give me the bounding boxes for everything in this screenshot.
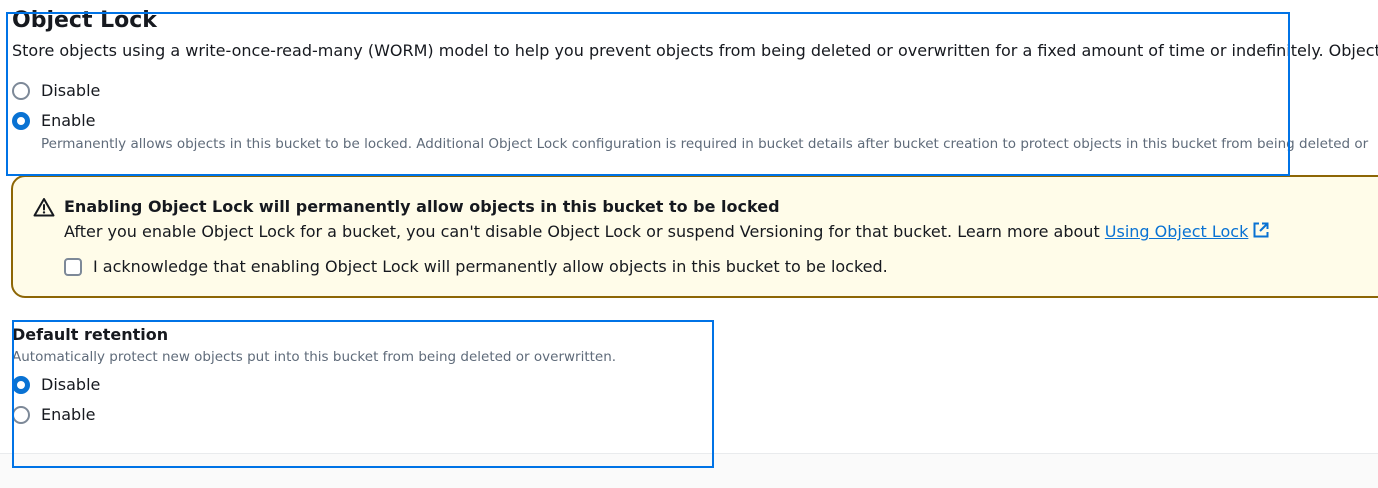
alert-body: After you enable Object Lock for a bucke… [64,221,1270,241]
object-lock-enable-option[interactable]: Enable [12,111,96,130]
alert-title: Enabling Object Lock will permanently al… [64,197,780,216]
default-retention-disable-option[interactable]: Disable [12,375,100,394]
object-lock-enable-hint: Permanently allows objects in this bucke… [41,136,1369,152]
acknowledge-checkbox[interactable] [64,257,82,276]
using-object-lock-link-text[interactable]: Using Object Lock [1105,222,1249,241]
object-lock-title: Object Lock [12,8,157,33]
default-retention-title: Default retention [12,325,169,344]
object-lock-enable-label: Enable [41,111,96,130]
default-retention-enable-radio[interactable] [12,405,30,424]
external-link-icon[interactable] [1252,221,1270,239]
object-lock-disable-radio[interactable] [12,81,30,100]
object-lock-enable-radio[interactable] [12,111,30,130]
object-lock-disable-option[interactable]: Disable [12,81,100,100]
warning-icon [33,198,55,217]
acknowledge-option[interactable]: I acknowledge that enabling Object Lock … [64,257,888,276]
default-retention-enable-option[interactable]: Enable [12,405,96,424]
alert-body-text: After you enable Object Lock for a bucke… [64,222,1105,241]
default-retention-enable-label: Enable [41,405,96,424]
acknowledge-label: I acknowledge that enabling Object Lock … [93,257,888,276]
default-retention-disable-radio[interactable] [12,375,30,394]
object-lock-disable-label: Disable [41,81,101,100]
bottom-area [0,454,1378,488]
object-lock-description: Store objects using a write-once-read-ma… [12,41,1378,60]
default-retention-description: Automatically protect new objects put in… [12,349,617,365]
object-lock-warning-alert: Enabling Object Lock will permanently al… [11,175,1378,298]
page: Object Lock Store objects using a write-… [0,0,1378,488]
using-object-lock-link[interactable]: Using Object Lock [1105,222,1271,241]
default-retention-disable-label: Disable [41,375,101,394]
